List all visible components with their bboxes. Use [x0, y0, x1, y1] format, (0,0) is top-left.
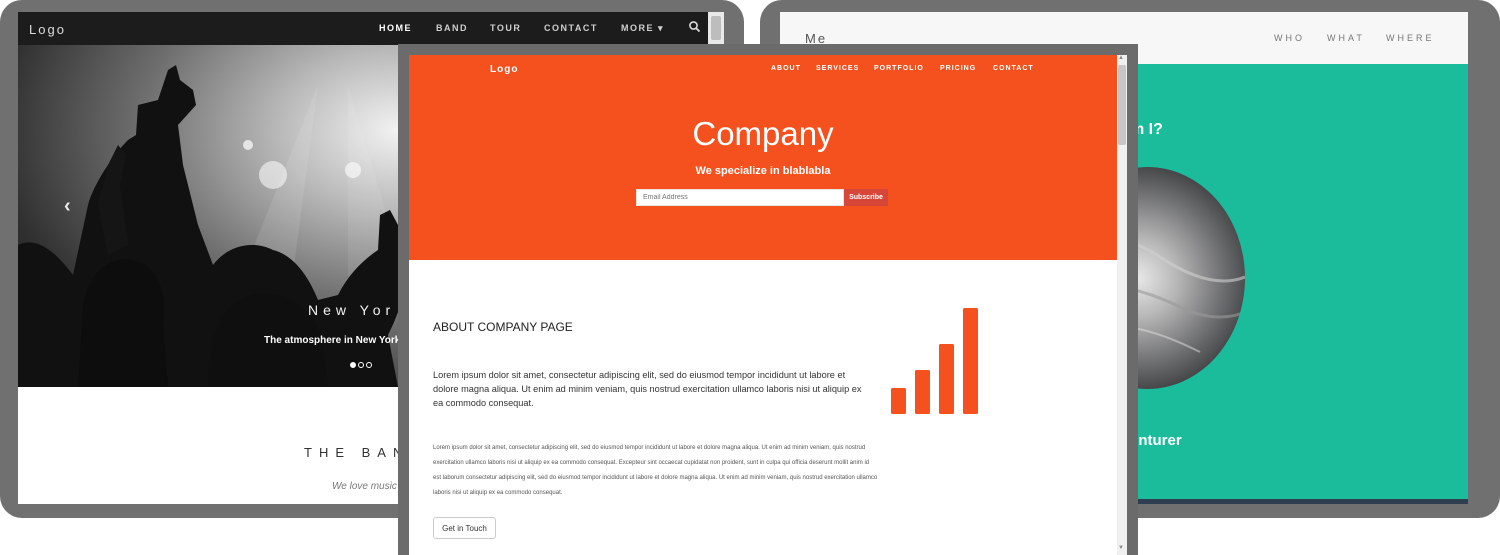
company-hero: Logo ABOUT SERVICES PORTFOLIO PRICING CO… — [409, 55, 1117, 260]
hero-caption: The atmosphere in New York — [264, 335, 401, 346]
carousel-dot-3[interactable] — [366, 362, 372, 368]
nav-where[interactable]: WHERE — [1386, 33, 1435, 43]
signal-bar-4 — [963, 308, 978, 414]
nav-band[interactable]: BAND — [436, 23, 468, 33]
nav-who[interactable]: WHO — [1274, 33, 1305, 43]
nav-contact[interactable]: CONTACT — [993, 65, 1034, 72]
carousel-prev-icon[interactable]: ‹ — [64, 195, 71, 218]
nav-pricing[interactable]: PRICING — [940, 65, 976, 72]
company-page-frame: Logo ABOUT SERVICES PORTFOLIO PRICING CO… — [398, 44, 1138, 555]
subscribe-button[interactable]: Subscribe — [844, 189, 888, 206]
scrollbar-thumb[interactable] — [711, 16, 721, 40]
about-heading: ABOUT COMPANY PAGE — [433, 320, 573, 334]
nav-tour[interactable]: TOUR — [490, 23, 521, 33]
company-logo[interactable]: Logo — [490, 64, 518, 75]
signal-bar-3 — [939, 344, 954, 414]
scroll-down-icon[interactable]: ▼ — [1118, 545, 1124, 551]
band-logo[interactable]: Logo — [29, 22, 66, 37]
signal-bar-1 — [891, 388, 906, 414]
nav-services[interactable]: SERVICES — [816, 65, 859, 72]
signal-bars-icon — [891, 308, 978, 414]
carousel-dot-1[interactable] — [350, 362, 356, 368]
nav-more-dropdown[interactable]: MORE ▾ — [621, 23, 664, 34]
carousel-indicators[interactable] — [350, 355, 374, 373]
nav-what[interactable]: WHAT — [1327, 33, 1365, 43]
email-input[interactable] — [636, 189, 844, 206]
get-in-touch-button[interactable]: Get in Touch — [433, 517, 496, 539]
nav-contact[interactable]: CONTACT — [544, 23, 598, 33]
nav-portfolio[interactable]: PORTFOLIO — [874, 65, 924, 72]
nav-about[interactable]: ABOUT — [771, 65, 801, 72]
hero-city-heading: New Yor — [308, 302, 396, 318]
search-icon[interactable] — [688, 20, 702, 34]
band-section-subtitle: We love music — [332, 481, 397, 492]
scroll-up-icon[interactable]: ▲ — [1118, 55, 1124, 61]
about-body-paragraph: Lorem ipsum dolor sit amet, consectetur … — [433, 445, 878, 496]
carousel-dot-2[interactable] — [358, 362, 364, 368]
company-tagline: We specialize in blablabla — [695, 165, 831, 177]
scrollbar-thumb[interactable] — [1118, 65, 1126, 145]
signal-bar-2 — [915, 370, 930, 414]
band-section-title: THE BAN — [304, 445, 410, 460]
company-scrollbar[interactable]: ▲ ▼ — [1117, 55, 1127, 555]
company-title: Company — [692, 115, 834, 152]
nav-home[interactable]: HOME — [379, 23, 412, 33]
band-navbar: Logo HOME BAND TOUR CONTACT MORE ▾ — [18, 12, 708, 45]
company-page-screen: Logo ABOUT SERVICES PORTFOLIO PRICING CO… — [409, 55, 1127, 555]
about-lead-paragraph: Lorem ipsum dolor sit amet, consectetur … — [433, 370, 862, 408]
